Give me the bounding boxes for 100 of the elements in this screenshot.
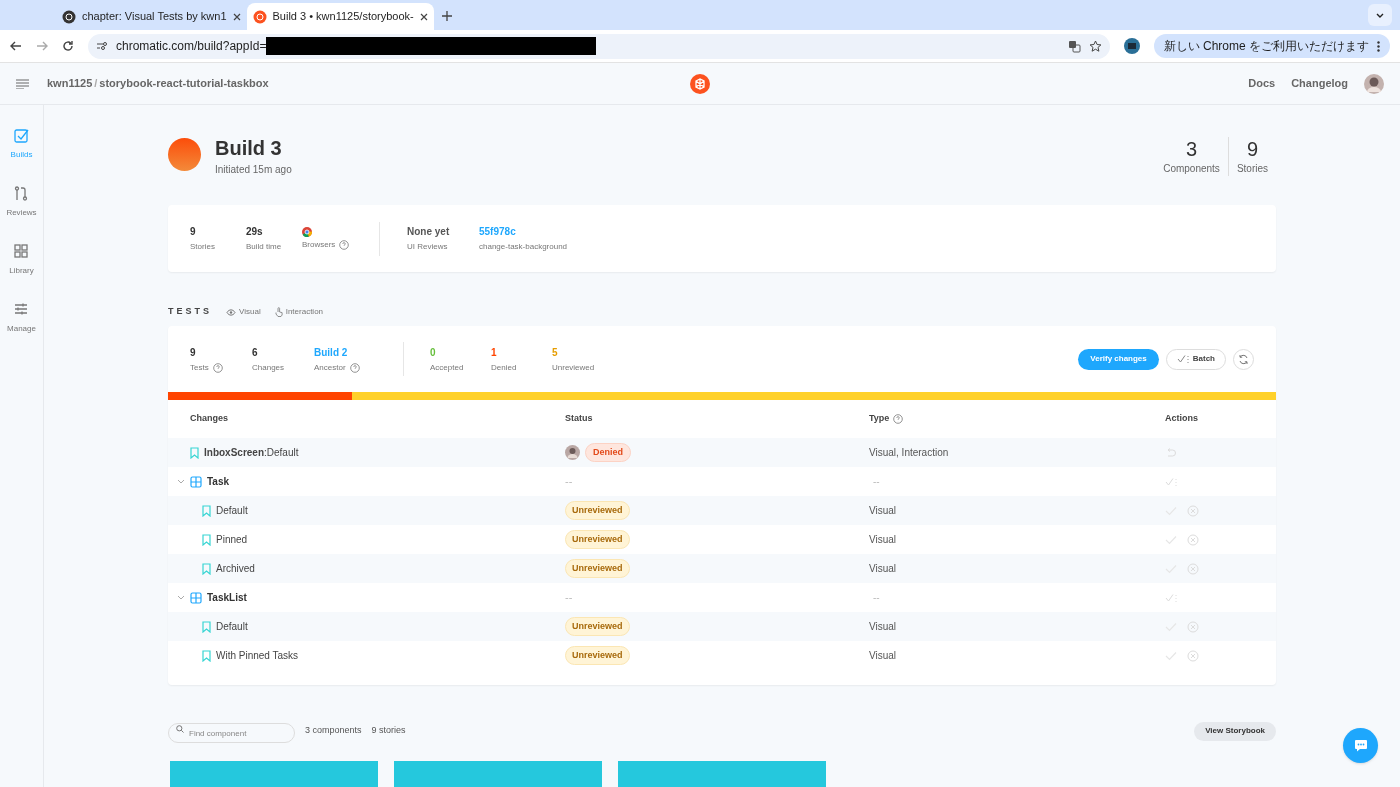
new-tab-icon[interactable] — [441, 11, 452, 21]
view-storybook-button[interactable]: View Storybook — [1194, 721, 1276, 741]
checkbox-icon — [13, 127, 30, 143]
count-value: 3 — [1185, 137, 1198, 161]
user-avatar[interactable] — [1364, 73, 1384, 94]
filter-label[interactable]: Interaction — [285, 306, 324, 318]
profile-avatar[interactable] — [1123, 38, 1140, 54]
deny-icon[interactable] — [1187, 620, 1199, 633]
expand-chevron-icon[interactable] — [177, 595, 185, 600]
chat-button[interactable] — [1343, 728, 1378, 763]
deny-icon[interactable] — [1187, 562, 1199, 575]
bookmark-icon — [202, 504, 211, 517]
stat-label: Changes — [252, 361, 285, 374]
undo-icon[interactable] — [1165, 447, 1177, 458]
back-icon[interactable] — [10, 40, 22, 52]
stat-label: Unreviewed — [552, 361, 596, 374]
status-badge: Unreviewed — [565, 645, 630, 666]
story-name: Default — [216, 620, 248, 634]
component-name: TaskList — [207, 591, 247, 605]
chrome-icon — [302, 226, 312, 237]
table-row[interactable]: Pinned Unreviewed Visual — [168, 525, 1276, 554]
check-icon[interactable] — [1165, 534, 1177, 545]
batch-check-icon[interactable] — [1165, 476, 1178, 487]
update-chrome-button[interactable]: 新しい Chrome をご利用いただけます — [1153, 34, 1390, 58]
deny-icon[interactable] — [1187, 649, 1199, 662]
column-header: Status — [565, 412, 593, 426]
sidebar-item[interactable]: Manage — [7, 301, 36, 335]
type-text: Visual — [869, 533, 898, 547]
status-text: -- — [565, 474, 573, 490]
batch-check-icon[interactable] — [1176, 354, 1190, 364]
header-link[interactable]: Changelog — [1291, 75, 1348, 92]
expand-chevron-icon[interactable] — [177, 479, 185, 484]
stat-value: 6 — [252, 345, 259, 360]
table-row[interactable]: Archived Unreviewed Visual — [168, 554, 1276, 583]
search-icon — [176, 724, 184, 733]
build-title: Build 3 — [215, 137, 283, 159]
search-field[interactable]: Find component — [168, 723, 295, 744]
chat-icon — [1353, 739, 1368, 752]
chromatic-logo[interactable] — [690, 74, 710, 94]
check-icon[interactable] — [1165, 650, 1177, 661]
filter-label[interactable]: Visual — [239, 306, 261, 318]
build-subtitle: Initiated 15m ago — [215, 163, 292, 177]
stat-value: 9 — [190, 225, 197, 239]
chevron-down-icon — [1376, 12, 1384, 18]
owner-link[interactable]: kwn1125 — [47, 75, 93, 92]
sidebar-item[interactable]: Library — [9, 243, 34, 277]
eye-icon — [226, 308, 236, 316]
forward-icon[interactable] — [36, 40, 48, 52]
count-value: 9 — [1246, 137, 1258, 161]
stat-label: UI Reviews — [407, 241, 449, 253]
component-icon — [190, 475, 202, 488]
table-row[interactable]: Task -- -- — [168, 467, 1276, 496]
stat-label: Ancestor — [314, 361, 346, 374]
table-row[interactable]: Default Unreviewed Visual — [168, 612, 1276, 641]
story-name: Archived — [216, 562, 255, 576]
grid-icon — [13, 243, 30, 259]
deny-icon[interactable] — [1187, 533, 1199, 546]
bookmark-icon — [190, 446, 199, 459]
stat-value: None yet — [407, 225, 451, 239]
menu-icon[interactable] — [16, 78, 29, 89]
story-name: With Pinned Tasks — [216, 649, 299, 663]
batch-check-icon[interactable] — [1165, 592, 1178, 603]
browser-tab[interactable]: Build 3 • kwn1125/storybook- — [246, 3, 434, 30]
table-row[interactable]: TaskList -- -- — [168, 583, 1276, 612]
table-row[interactable]: Default Unreviewed Visual — [168, 496, 1276, 525]
type-text: -- — [872, 591, 881, 605]
more-icon — [1377, 40, 1380, 52]
browser-tab[interactable]: chapter: Visual Tests by kwn1 — [56, 3, 247, 30]
reload-icon[interactable] — [62, 40, 74, 52]
branch-name: change-task-background — [479, 241, 568, 253]
translate-icon[interactable] — [1067, 39, 1081, 53]
components-count: 3 components — [305, 724, 362, 738]
sliders-icon — [13, 301, 30, 317]
sidebar-item[interactable]: Reviews — [6, 185, 37, 219]
count-label: Components — [1163, 162, 1220, 176]
result-count: 1 — [491, 345, 498, 360]
column-header: Type — [869, 412, 890, 426]
stories-count: 9 stories — [371, 724, 406, 738]
bookmark-icon — [202, 533, 211, 546]
repo-link[interactable]: storybook-react-tutorial-taskbox — [99, 75, 269, 92]
story-name: Pinned — [216, 533, 248, 547]
star-icon[interactable] — [1088, 39, 1102, 53]
status-badge: Unreviewed — [565, 558, 630, 579]
close-icon[interactable] — [232, 12, 241, 21]
address-bar[interactable]: chromatic.com/build?appId= — [88, 33, 1110, 59]
url-text: chromatic.com/build?appId= — [116, 38, 267, 55]
story-name: InboxScreen:Default — [204, 446, 299, 460]
header-link[interactable]: Docs — [1248, 75, 1276, 92]
table-row[interactable]: InboxScreen:Default Denied Visual, Interaction — [168, 438, 1276, 467]
type-text: Visual — [869, 562, 898, 576]
site-settings-icon — [96, 41, 108, 51]
bookmark-icon — [202, 562, 211, 575]
bookmark-icon — [202, 649, 211, 662]
deny-icon[interactable] — [1187, 504, 1199, 517]
table-row[interactable]: With Pinned Tasks Unreviewed Visual — [168, 641, 1276, 670]
component-name: Task — [207, 475, 230, 489]
component-icon — [190, 591, 202, 604]
tab-list-button[interactable] — [1368, 4, 1392, 26]
close-icon[interactable] — [419, 12, 428, 21]
help-icon — [212, 362, 223, 373]
